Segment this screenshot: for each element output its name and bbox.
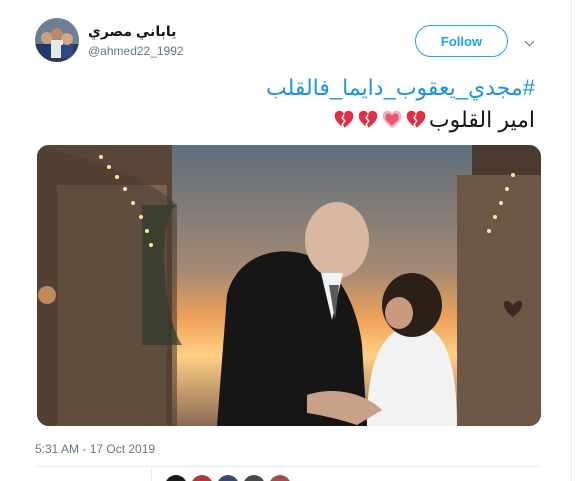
sparkling-heart-icon [382, 110, 402, 129]
liker-avatar[interactable] [165, 475, 187, 481]
follow-button[interactable]: Follow [415, 25, 508, 57]
liker-avatar[interactable] [191, 475, 213, 481]
divider [35, 466, 541, 467]
liker-avatars [165, 475, 291, 481]
liker-avatar[interactable] [269, 475, 291, 481]
tweet-text: امير القلوب [333, 107, 535, 133]
broken-heart-icon [358, 110, 378, 129]
liker-avatar[interactable] [243, 475, 265, 481]
avatar[interactable] [35, 18, 79, 62]
chevron-down-icon[interactable] [524, 36, 535, 47]
liker-avatar[interactable] [217, 475, 239, 481]
hashtag-link[interactable]: #مجدي_يعقوب_دايما_فالقلب [266, 75, 535, 101]
timestamp[interactable]: 5:31 AM - 17 Oct 2019 [35, 442, 155, 456]
stats-separator [151, 468, 152, 481]
broken-heart-icon [334, 110, 354, 129]
card-border [571, 0, 572, 481]
user-handle[interactable]: @ahmed22_1992 [88, 44, 184, 58]
tweet-photo[interactable] [37, 145, 541, 426]
display-name[interactable]: ياباني مصري [88, 23, 176, 40]
broken-heart-icon [406, 110, 426, 129]
tweet-text-body: امير القلوب [428, 107, 535, 132]
